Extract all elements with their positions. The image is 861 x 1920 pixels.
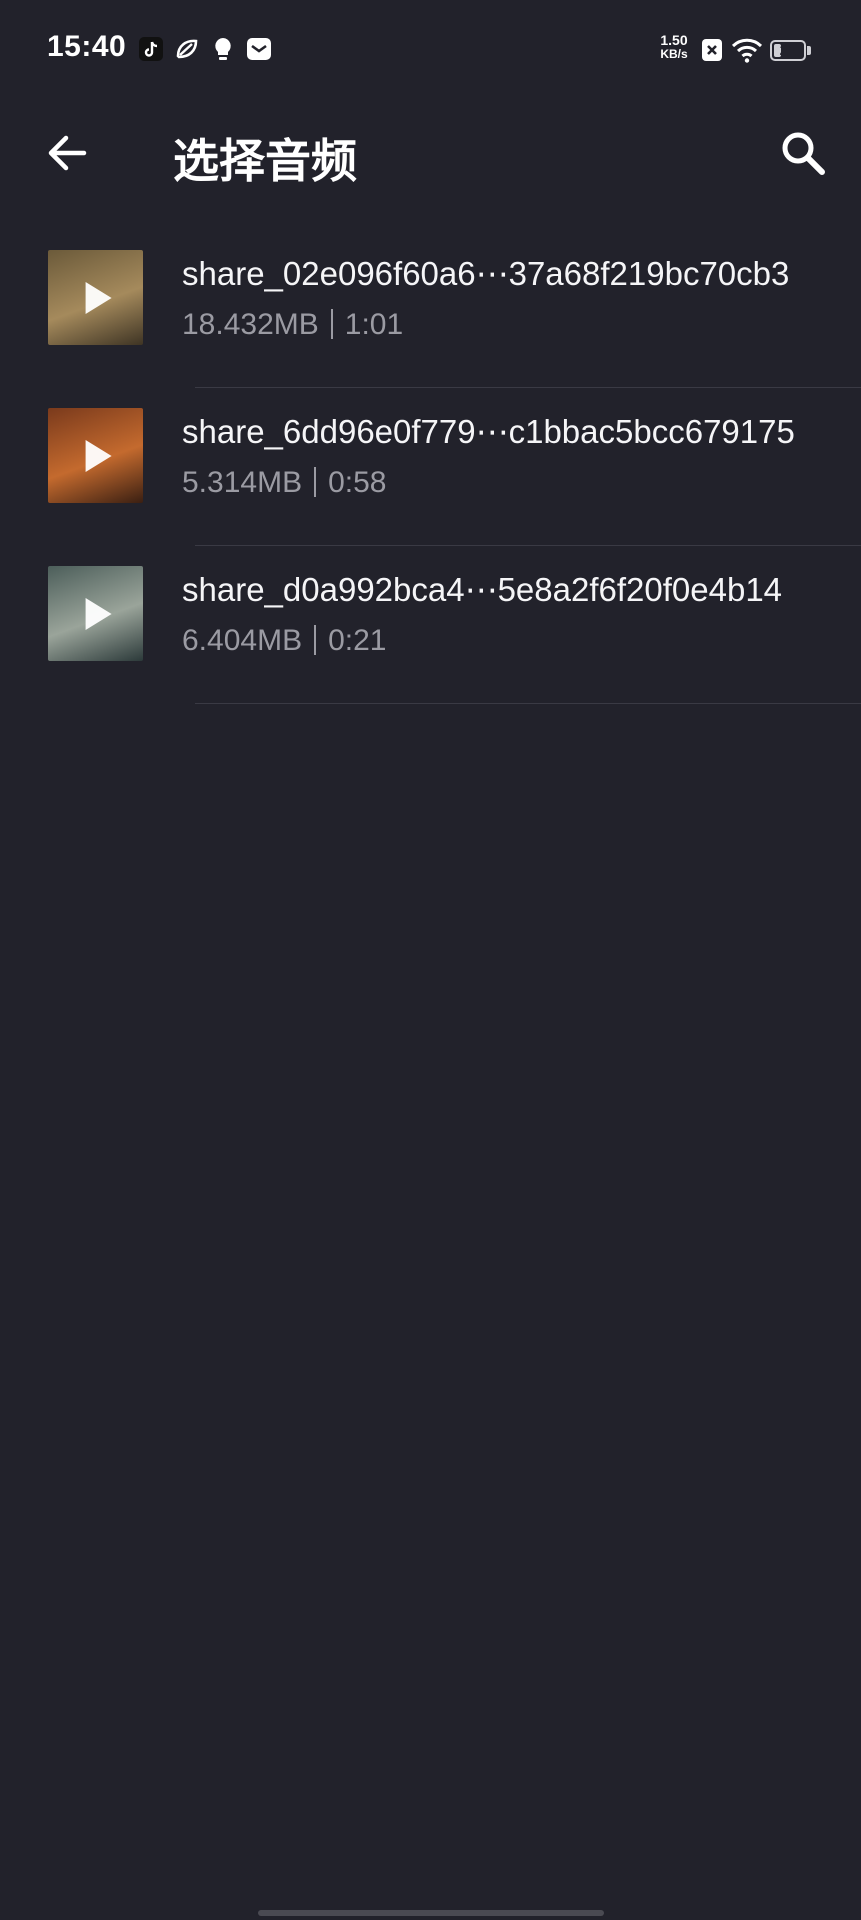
file-meta: 5.314MB 0:58 bbox=[182, 466, 386, 500]
video-thumbnail bbox=[48, 408, 143, 503]
list-item[interactable]: share_02e096f60a6⋯37a68f219bc70cb3 18.43… bbox=[0, 230, 861, 388]
status-bar: 15:40 1.50 KB/s 21 bbox=[0, 0, 861, 100]
play-icon bbox=[85, 597, 112, 630]
back-arrow-icon[interactable] bbox=[44, 130, 90, 176]
file-size: 6.404MB bbox=[182, 624, 303, 657]
message-app-icon bbox=[247, 38, 271, 60]
audio-file-list: share_02e096f60a6⋯37a68f219bc70cb3 18.43… bbox=[0, 230, 861, 704]
meta-separator bbox=[314, 625, 317, 656]
meta-separator bbox=[330, 309, 333, 340]
wifi-icon bbox=[731, 38, 763, 63]
file-size: 5.314MB bbox=[182, 466, 303, 499]
list-item[interactable]: share_d0a992bca4⋯5e8a2f6f20f0e4b14 6.404… bbox=[0, 546, 861, 704]
sim-x-icon bbox=[702, 39, 722, 61]
file-duration: 0:58 bbox=[328, 466, 387, 499]
battery-tip bbox=[807, 46, 811, 55]
meta-separator bbox=[314, 467, 317, 498]
file-name: share_d0a992bca4⋯5e8a2f6f20f0e4b14 bbox=[182, 571, 783, 608]
play-icon bbox=[85, 281, 112, 314]
file-meta: 18.432MB 1:01 bbox=[182, 308, 403, 342]
divider bbox=[195, 703, 861, 704]
tiktok-icon bbox=[139, 37, 163, 61]
video-thumbnail bbox=[48, 250, 143, 345]
status-time: 15:40 bbox=[47, 30, 127, 63]
page-title: 选择音频 bbox=[173, 134, 357, 188]
video-thumbnail bbox=[48, 566, 143, 661]
list-item[interactable]: share_6dd96e0f779⋯c1bbac5bcc679175 5.314… bbox=[0, 388, 861, 546]
home-indicator[interactable] bbox=[258, 1910, 604, 1916]
net-speed: 1.50 KB/s bbox=[660, 32, 688, 61]
battery-indicator: 21 bbox=[770, 40, 806, 61]
file-name: share_6dd96e0f779⋯c1bbac5bcc679175 bbox=[182, 413, 795, 450]
file-meta: 6.404MB 0:21 bbox=[182, 624, 386, 658]
file-duration: 0:21 bbox=[328, 624, 387, 657]
file-duration: 1:01 bbox=[344, 308, 404, 341]
file-size: 18.432MB bbox=[182, 308, 319, 341]
search-icon[interactable] bbox=[778, 128, 828, 178]
file-name: share_02e096f60a6⋯37a68f219bc70cb3 bbox=[182, 255, 790, 292]
play-icon bbox=[85, 439, 112, 472]
lightbulb-icon bbox=[215, 38, 231, 60]
leaf-app-icon bbox=[176, 39, 198, 59]
